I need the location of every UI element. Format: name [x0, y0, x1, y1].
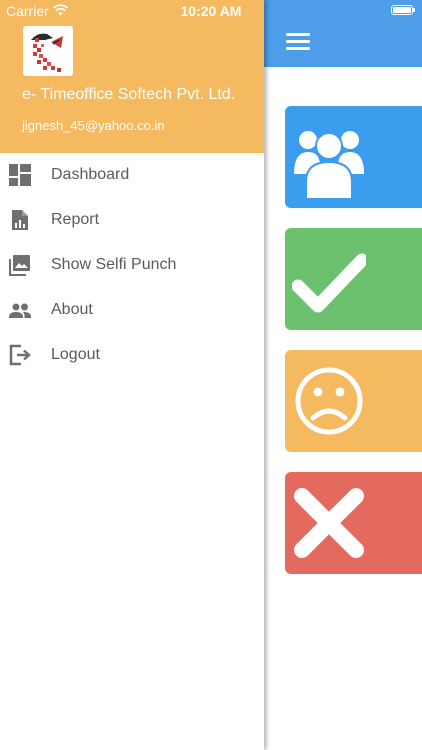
clock: 10:20 AM	[180, 3, 242, 19]
menu-item-label: Report	[51, 211, 100, 228]
dashboard-icon	[9, 164, 31, 186]
tile-absent[interactable]	[285, 472, 422, 574]
menu-item-dashboard[interactable]: Dashboard	[0, 153, 264, 198]
user-email: jignesh_45@yahoo.co.in	[22, 118, 165, 133]
tile-total-employees[interactable]	[285, 106, 422, 208]
drawer-header: e- Timeoffice Softech Pvt. Ltd. jignesh_…	[0, 0, 264, 153]
menu-item-show-selfi-punch[interactable]: Show Selfi Punch	[0, 243, 264, 288]
battery-icon	[391, 5, 415, 15]
menu-item-label: Show Selfi Punch	[51, 256, 177, 273]
cross-icon	[294, 488, 364, 558]
status-bar: Carrier 10:20 AM	[0, 0, 422, 22]
navigation-drawer: e- Timeoffice Softech Pvt. Ltd. jignesh_…	[0, 0, 264, 750]
menu-item-report[interactable]: Report	[0, 198, 264, 243]
tile-late[interactable]	[285, 350, 422, 452]
menu-item-logout[interactable]: Logout	[0, 333, 264, 378]
dashboard-main	[264, 0, 422, 750]
people-icon	[9, 303, 31, 318]
menu-item-label: Logout	[51, 346, 100, 363]
checkmark-icon	[292, 253, 366, 313]
report-icon	[12, 210, 28, 230]
tile-present[interactable]	[285, 228, 422, 330]
hamburger-menu-icon[interactable]	[286, 33, 310, 51]
menu-item-label: Dashboard	[51, 166, 130, 183]
drawer-menu: Dashboard Report Show Selfi Punch About …	[0, 153, 264, 378]
menu-item-label: About	[51, 301, 93, 318]
logout-icon	[9, 344, 31, 366]
sad-face-icon	[295, 367, 363, 435]
company-name: e- Timeoffice Softech Pvt. Ltd.	[22, 86, 236, 103]
menu-item-about[interactable]: About	[0, 288, 264, 333]
company-logo	[23, 26, 73, 76]
group-icon	[294, 131, 364, 198]
photo-library-icon	[9, 255, 30, 276]
